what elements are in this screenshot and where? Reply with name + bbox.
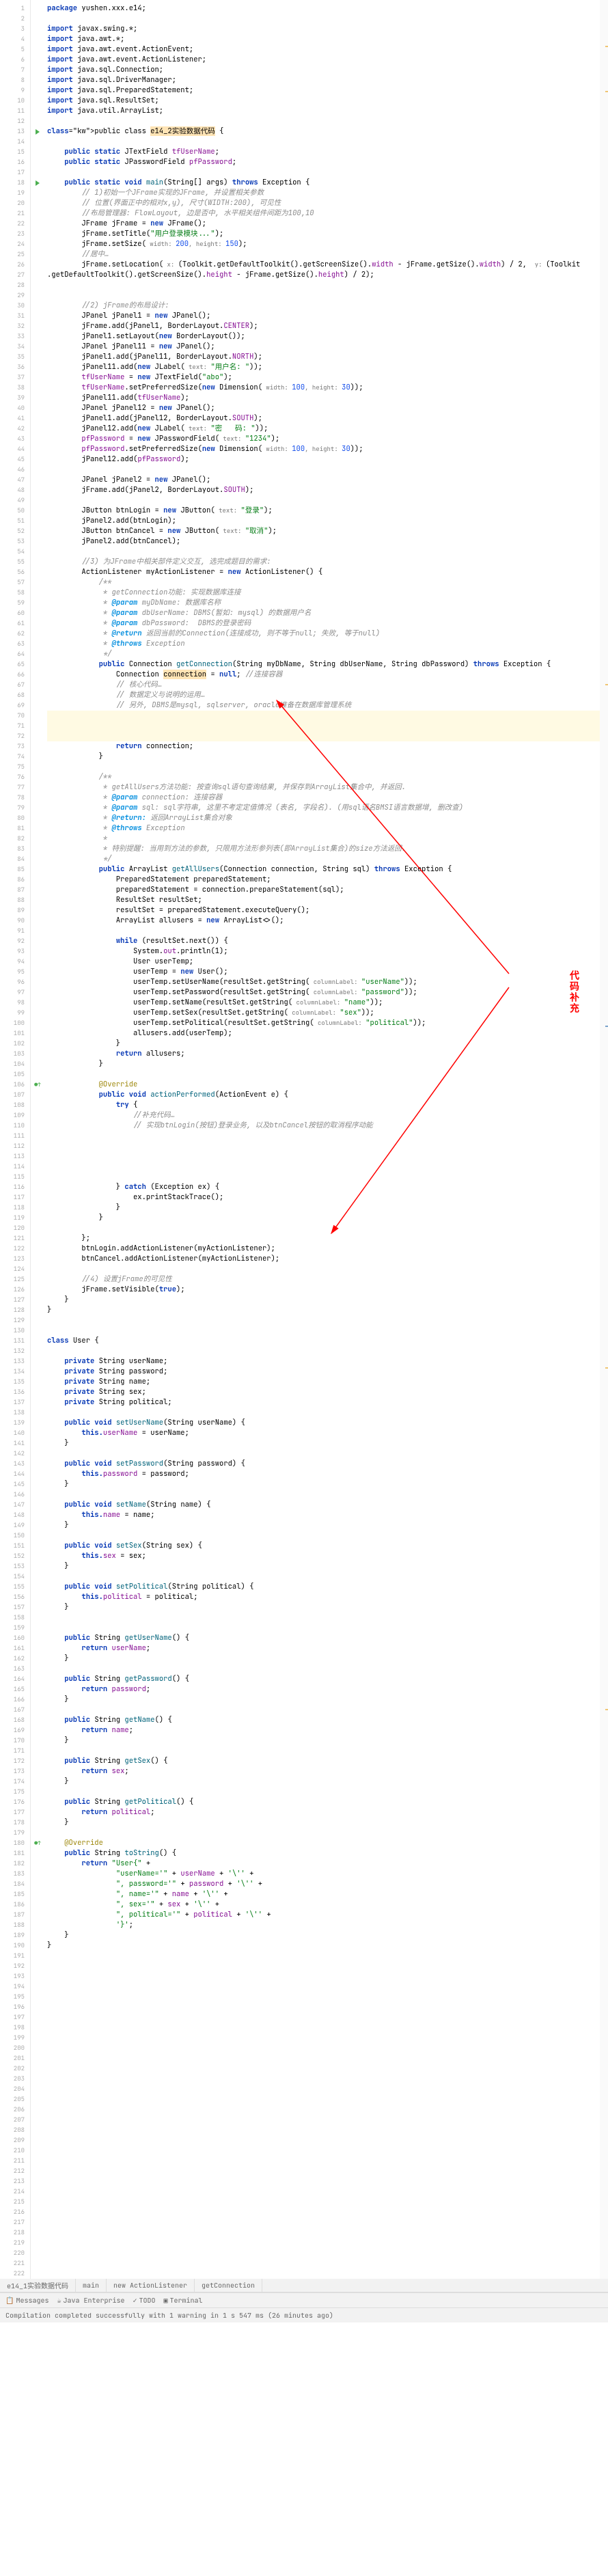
breadcrumb-item[interactable]: e14_1实验数据代码 [0, 2279, 76, 2292]
messages-tab[interactable]: 📋 Messages [5, 2296, 49, 2305]
todo-tab[interactable]: ✓ TODO [133, 2296, 155, 2305]
terminal-tab[interactable]: ▣ Terminal [164, 2296, 203, 2305]
line-number-gutter: 1234567891011121314151617181920212223242… [0, 0, 31, 2279]
gutter-icons: ●↑●↑ [31, 0, 44, 2279]
breadcrumb-item[interactable]: getConnection [195, 2279, 262, 2292]
breadcrumb-item[interactable]: main [76, 2279, 107, 2292]
code-editor[interactable]: 1234567891011121314151617181920212223242… [0, 0, 608, 2279]
annotation-label: 代码补充 [567, 970, 581, 1014]
breadcrumb-bar: e14_1实验数据代码 main new ActionListener getC… [0, 2279, 608, 2292]
java-enterprise-tab[interactable]: ☕ Java Enterprise [57, 2296, 124, 2305]
status-bar: 📋 Messages ☕ Java Enterprise ✓ TODO ▣ Te… [0, 2292, 608, 2307]
code-area[interactable]: package yushen.xxx.e14;import javax.swin… [44, 0, 608, 2279]
build-message: Compilation completed successfully with … [5, 2311, 333, 2320]
breadcrumb-item[interactable]: new ActionListener [107, 2279, 195, 2292]
minimap[interactable] [600, 0, 608, 2279]
build-status: Compilation completed successfully with … [0, 2307, 608, 2322]
